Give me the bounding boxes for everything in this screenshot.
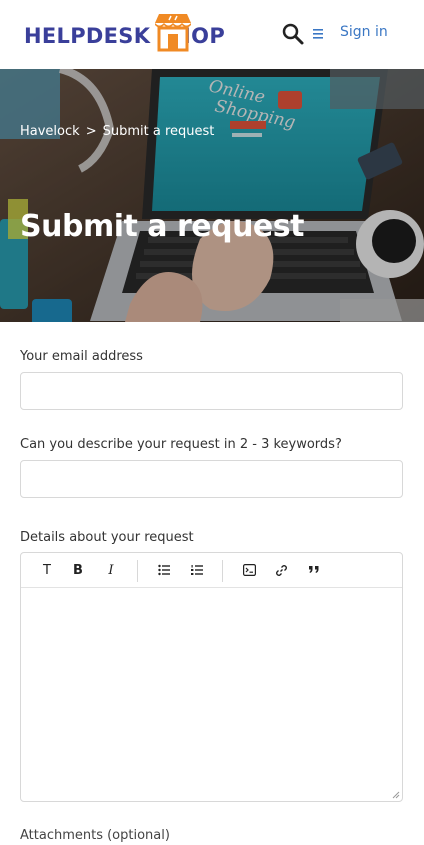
quote-icon	[309, 566, 319, 573]
bulleted-list-icon	[158, 564, 170, 576]
hamburger-menu-icon	[313, 29, 323, 39]
site-logo[interactable]: HELPDESK SHOP	[24, 12, 226, 56]
storefront-icon	[155, 14, 191, 52]
bold-button[interactable]: B	[68, 561, 88, 581]
attachments-label: Attachments (optional)	[20, 828, 170, 843]
subject-label: Can you describe your request in 2 - 3 k…	[20, 437, 342, 452]
breadcrumb-home-link[interactable]: Havelock	[20, 124, 80, 139]
hero-banner: Online Shopping Havelock > Submit a reques…	[0, 69, 424, 322]
email-label: Your email address	[20, 349, 143, 364]
hero-background-image: Online Shopping	[0, 69, 424, 322]
details-editor[interactable]: T B I	[20, 552, 403, 802]
site-header: HELPDESK SHOP Sign in	[0, 0, 424, 69]
breadcrumb: Havelock > Submit a request	[20, 124, 214, 139]
bulleted-list-button[interactable]	[154, 561, 174, 581]
logo-text: HELPDESK SHOP	[24, 24, 226, 48]
code-block-icon	[242, 564, 256, 576]
link-button[interactable]	[271, 561, 291, 581]
search-icon	[282, 23, 304, 45]
quote-button[interactable]	[304, 561, 324, 581]
sign-in-link[interactable]: Sign in	[340, 24, 388, 40]
toolbar-divider	[137, 560, 138, 582]
subject-field[interactable]	[20, 460, 403, 498]
details-label: Details about your request	[20, 530, 194, 545]
link-icon	[275, 565, 287, 576]
page-title: Submit a request	[20, 209, 304, 244]
toolbar-divider	[222, 560, 223, 582]
email-field[interactable]	[20, 372, 403, 410]
breadcrumb-separator: >	[85, 124, 97, 139]
menu-button[interactable]	[311, 26, 327, 40]
italic-button[interactable]: I	[101, 561, 121, 581]
code-block-button[interactable]	[239, 561, 259, 581]
numbered-list-icon	[191, 565, 203, 575]
resize-handle-icon[interactable]	[392, 791, 400, 799]
breadcrumb-current-page[interactable]: Submit a request	[103, 124, 215, 139]
search-button[interactable]	[281, 22, 305, 46]
text-format-button[interactable]: T	[37, 561, 57, 581]
editor-toolbar: T B I	[21, 553, 402, 588]
numbered-list-button[interactable]	[187, 561, 207, 581]
